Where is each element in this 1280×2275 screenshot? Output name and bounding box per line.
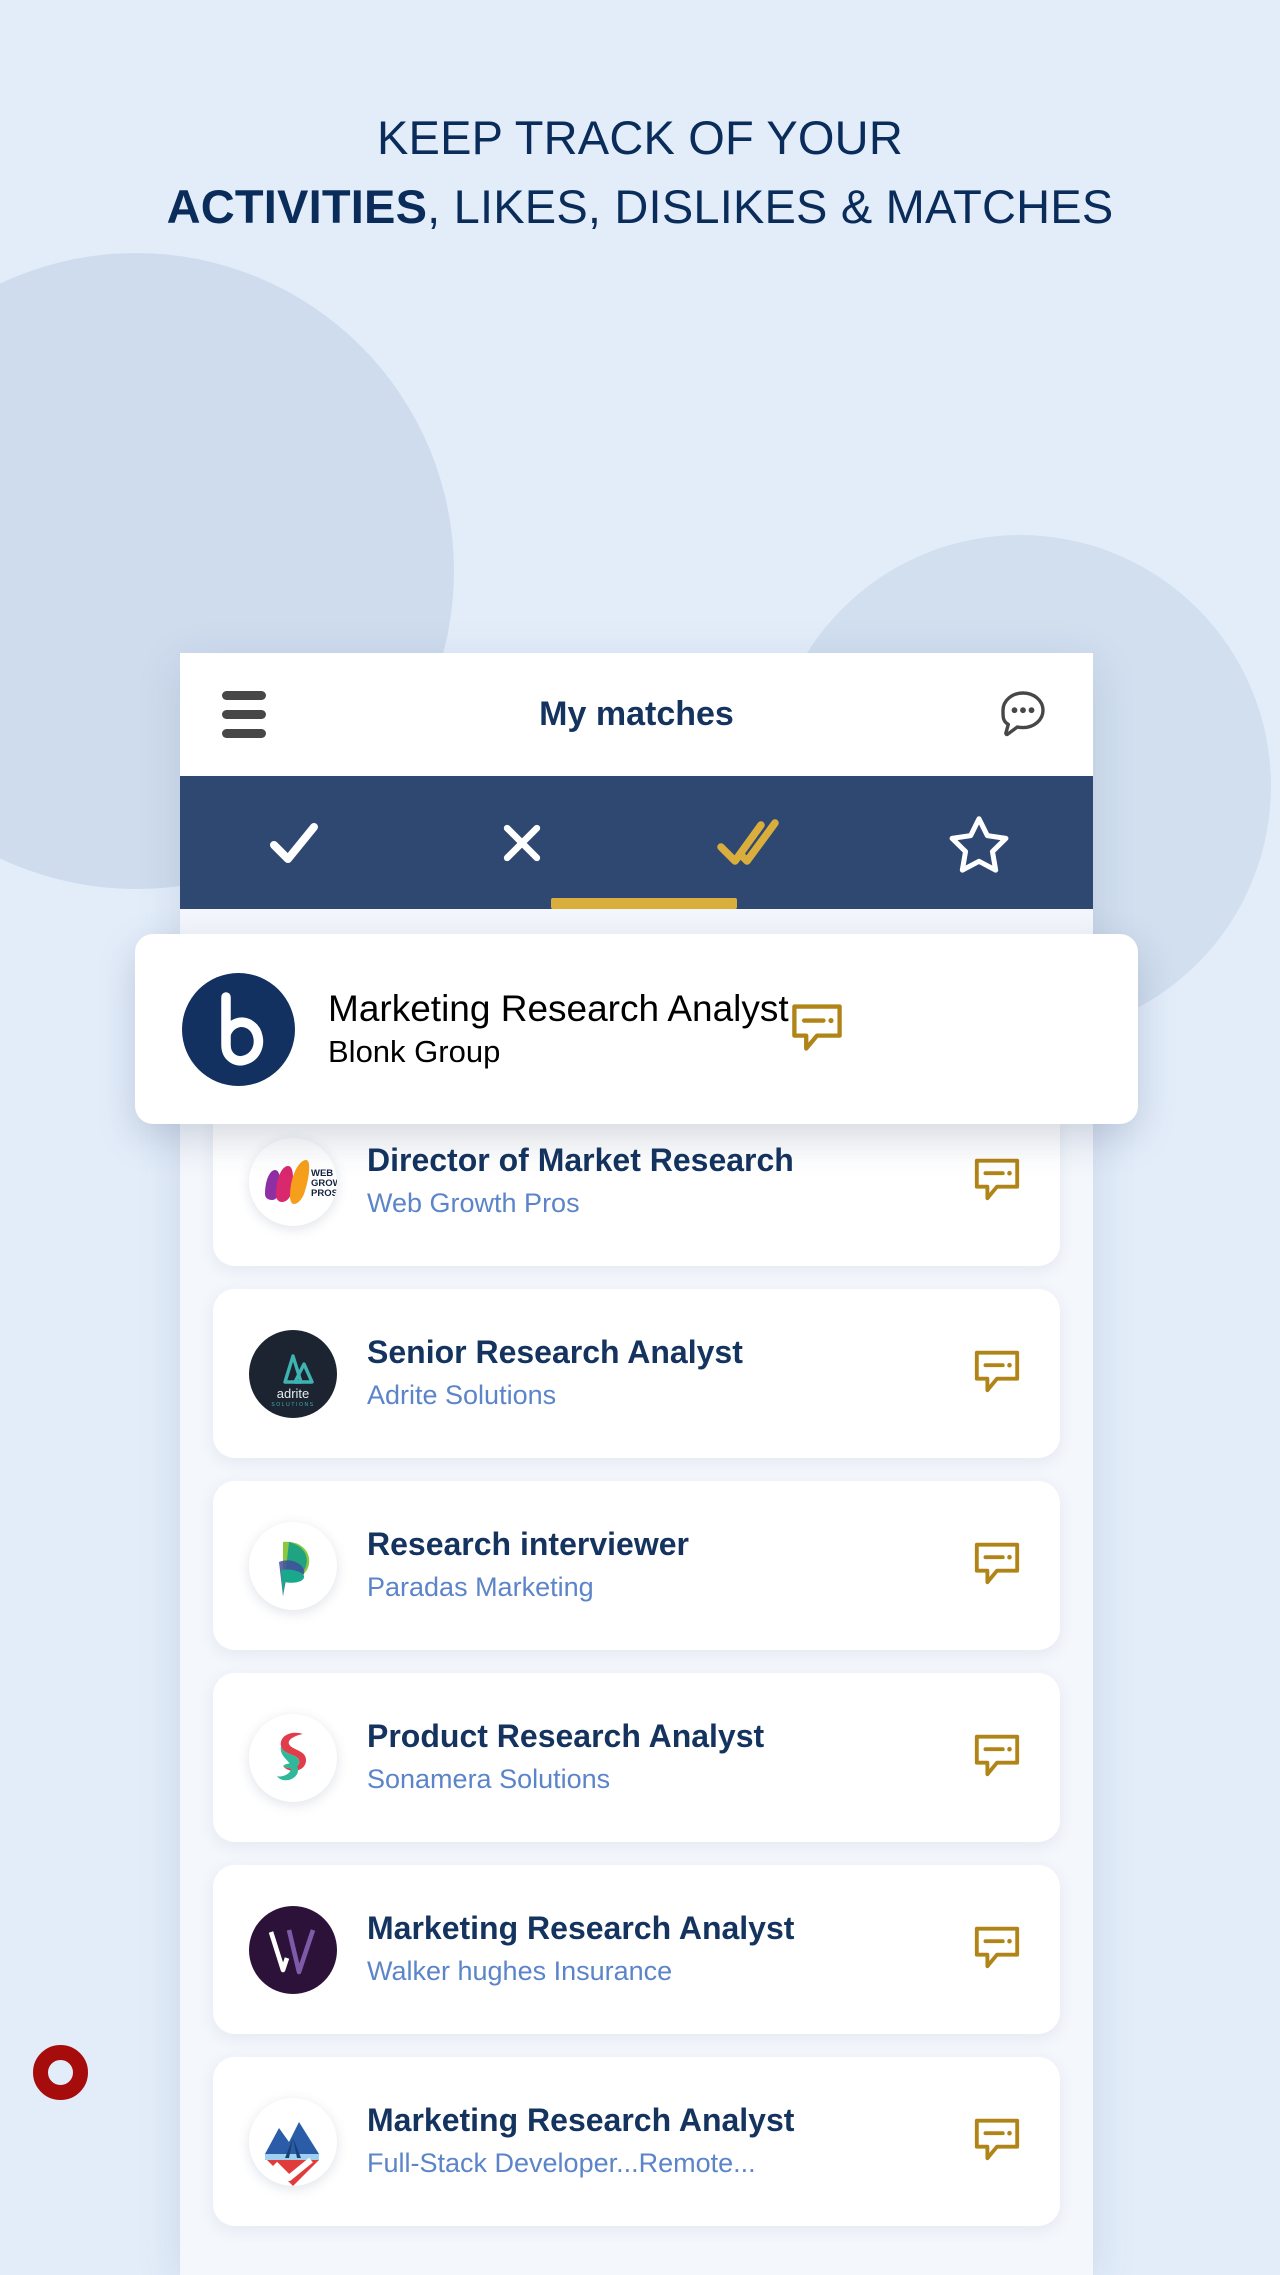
comment-bubble-icon[interactable] [972,1730,1022,1785]
list-item-text: Marketing Research Analyst Walker hughes… [367,1910,958,1989]
list-item-text: Marketing Research Analyst Full-Stack De… [367,2102,958,2181]
walker-hughes-logo [249,1905,337,1994]
job-title: Senior Research Analyst [367,1334,743,1371]
tab-matches[interactable] [637,776,865,909]
list-item[interactable]: Marketing Research Analyst Walker hughes… [213,1865,1060,2034]
adrite-solutions-logo: adrite SOLUTIONS [249,1329,337,1418]
list-item[interactable]: Marketing Research Analyst Full-Stack De… [213,2057,1060,2226]
page-title: My matches [539,695,734,733]
company-name: Adrite Solutions [367,1379,557,1410]
job-title: Marketing Research Analyst [328,988,789,1029]
company-name: Paradas Marketing [367,1571,594,1602]
avatar: adrite SOLUTIONS [249,1329,337,1418]
avatar [249,1713,337,1802]
active-tab-indicator [550,898,737,909]
x-icon [504,824,541,861]
headline-rest: , LIKES, DISLIKES & MATCHES [427,179,1114,233]
brand-ring-logo [33,2045,88,2100]
list-item-text: Marketing Research Analyst Blonk Group [328,988,789,1070]
promo-stage: KEEP TRACK OF YOUR ACTIVITIES, LIKES, DI… [0,0,1280,2275]
list-item-text: Director of Market Research Web Growth P… [367,1142,958,1221]
job-title: Director of Market Research [367,1142,794,1179]
paradas-marketing-logo [249,1521,337,1610]
avatar: WEB GROWTH PROS [249,1137,337,1226]
list-item[interactable]: Research interviewer Paradas Marketing [213,1481,1060,1650]
list-item[interactable]: adrite SOLUTIONS Senior Research Analyst… [213,1289,1060,1458]
comment-bubble-icon[interactable] [789,999,845,1060]
web-growth-pros-logo: WEB GROWTH PROS [249,1137,337,1226]
svg-text:adrite: adrite [277,1386,310,1401]
list-item-text: Product Research Analyst Sonamera Soluti… [367,1718,958,1797]
avatar [249,1905,337,1994]
tab-disliked[interactable] [408,776,636,909]
comment-bubble-icon[interactable] [972,1538,1022,1593]
company-name: Walker hughes Insurance [367,1955,673,1986]
phone-screen: My matches WEB GRO PROS Director of Mark… [180,653,1093,2275]
list-item-text: Senior Research Analyst Adrite Solutions [367,1334,958,1413]
company-name: Blonk Group [328,1034,501,1069]
tab-liked[interactable] [180,776,408,909]
company-name: Sonamera Solutions [367,1763,611,1794]
avatar [182,972,295,1086]
chat-bubble-dots-icon[interactable] [995,687,1051,743]
mountain-deer-logo [249,2097,337,2186]
company-name: Web Growth Pros [367,1187,580,1218]
comment-bubble-icon[interactable] [972,1922,1022,1977]
comment-bubble-icon[interactable] [972,1346,1022,1401]
avatar [249,2097,337,2186]
star-outline-icon [949,815,1009,873]
promo-headline: KEEP TRACK OF YOUR ACTIVITIES, LIKES, DI… [0,104,1280,241]
sonamera-solutions-logo [249,1713,337,1802]
avatar [249,1521,337,1610]
job-title: Marketing Research Analyst [367,2102,795,2139]
hamburger-icon[interactable] [222,691,266,738]
svg-text:SOLUTIONS: SOLUTIONS [271,1402,314,1408]
list-item-text: Research interviewer Paradas Marketing [367,1526,958,1605]
job-title: Research interviewer [367,1526,689,1563]
featured-match-card[interactable]: Marketing Research Analyst Blonk Group [135,934,1138,1124]
company-name: Full-Stack Developer...Remote... [367,2147,756,2178]
list-item[interactable]: Product Research Analyst Sonamera Soluti… [213,1673,1060,1842]
comment-bubble-icon[interactable] [972,1154,1022,1209]
comment-bubble-icon[interactable] [972,2114,1022,2169]
headline-line1: KEEP TRACK OF YOUR [377,111,903,164]
job-title: Marketing Research Analyst [367,1910,795,1947]
svg-text:PROS: PROS [311,1188,337,1199]
job-title: Product Research Analyst [367,1718,765,1755]
blonk-b-logo [182,972,295,1086]
match-tabbar [180,776,1093,909]
check-icon [270,822,319,863]
double-check-icon [716,818,779,865]
tab-starred[interactable] [865,776,1093,909]
headline-emphasis: ACTIVITIES [166,179,428,233]
app-bar: My matches [180,653,1093,776]
